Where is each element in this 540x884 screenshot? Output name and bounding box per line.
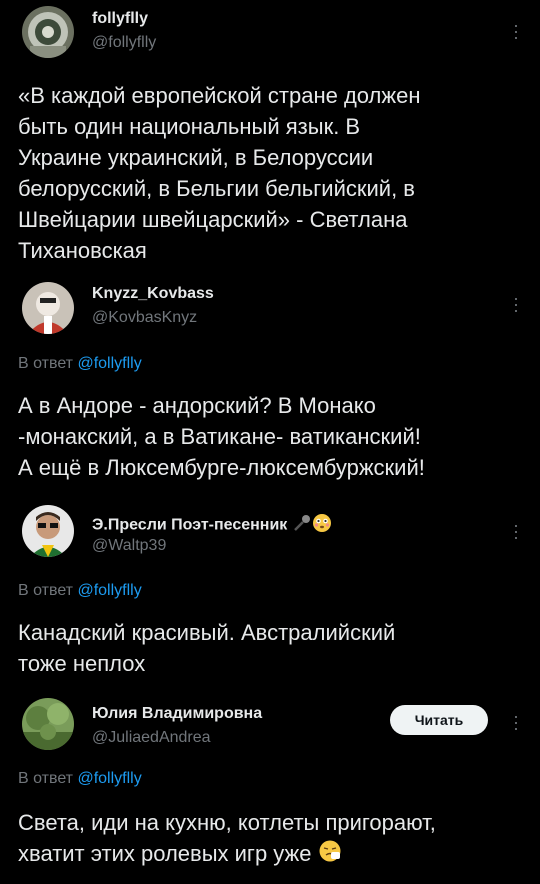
avatar[interactable] — [22, 6, 74, 58]
text-line: быть один национальный язык. В — [18, 114, 361, 139]
user-handle[interactable]: @KovbasKnyz — [92, 309, 197, 327]
sneezing-face-emoji — [318, 839, 342, 871]
more-vertical-icon[interactable]: · · · — [512, 516, 520, 546]
text-line: А в Андоре - андорский? В Монако — [18, 393, 376, 418]
text-line: «В каждой европейской стране должен — [18, 83, 421, 108]
reply-prefix: В ответ — [18, 582, 74, 599]
more-vertical-icon[interactable]: · · · — [512, 289, 520, 319]
post-text: «В каждой европейской стране должен быть… — [18, 80, 523, 266]
post-text: Канадский красивый. Австралийский тоже н… — [18, 617, 523, 679]
post-text: Света, иди на кухню, котлеты пригорают, … — [18, 807, 523, 871]
text-line: Швейцарии швейцарский» - Светлана — [18, 207, 408, 232]
text-line: белорусский, в Бельгии бельгийский, в — [18, 176, 415, 201]
text-line: Украине украинский, в Белоруссии — [18, 145, 374, 170]
text-line-with-emoji: хватит этих ролевых игр уже — [18, 838, 523, 871]
reply-prefix: В ответ — [18, 770, 74, 787]
reply-context: В ответ @follyflly — [18, 355, 142, 373]
display-name[interactable]: Юлия Владимировна — [92, 705, 262, 723]
more-vertical-icon[interactable]: · · · — [512, 707, 520, 737]
reply-to-link[interactable]: @follyflly — [77, 582, 141, 599]
display-name[interactable]: Knyzz_Kovbass — [92, 285, 214, 303]
text-line: Света, иди на кухню, котлеты пригорают, — [18, 810, 436, 835]
text-line: -монакский, а в Ватикане- ватиканский! — [18, 424, 421, 449]
user-handle[interactable]: @follyflly — [92, 34, 156, 52]
display-name[interactable]: follyflly — [92, 10, 148, 28]
follow-button[interactable]: Читать — [390, 705, 488, 735]
text-line: А ещё в Люксембурге-люксембуржский! — [18, 455, 425, 480]
more-vertical-icon[interactable]: · · · — [512, 16, 520, 46]
microphone-emoji — [292, 513, 312, 538]
text-line: Тихановская — [18, 238, 147, 263]
post-text: А в Андоре - андорский? В Монако -монакс… — [18, 390, 523, 483]
display-name-text: Э.Пресли Поэт-песенник — [92, 516, 288, 534]
reply-to-link[interactable]: @follyflly — [77, 770, 141, 787]
avatar[interactable] — [22, 282, 74, 334]
reply-to-link[interactable]: @follyflly — [77, 355, 141, 372]
reply-prefix: В ответ — [18, 355, 74, 372]
reply-context: В ответ @follyflly — [18, 582, 142, 600]
text-line: хватит этих ролевых игр уже — [18, 841, 312, 866]
display-name[interactable]: Э.Пресли Поэт-песенник — [92, 513, 332, 538]
text-line: тоже неплох — [18, 651, 146, 676]
avatar[interactable] — [22, 698, 74, 750]
reply-context: В ответ @follyflly — [18, 770, 142, 788]
text-line: Канадский красивый. Австралийский — [18, 620, 396, 645]
user-handle[interactable]: @Waltp39 — [92, 537, 166, 555]
user-handle[interactable]: @JuliaedAndrea — [92, 729, 211, 747]
flushed-face-emoji — [312, 513, 332, 538]
avatar[interactable] — [22, 505, 74, 557]
